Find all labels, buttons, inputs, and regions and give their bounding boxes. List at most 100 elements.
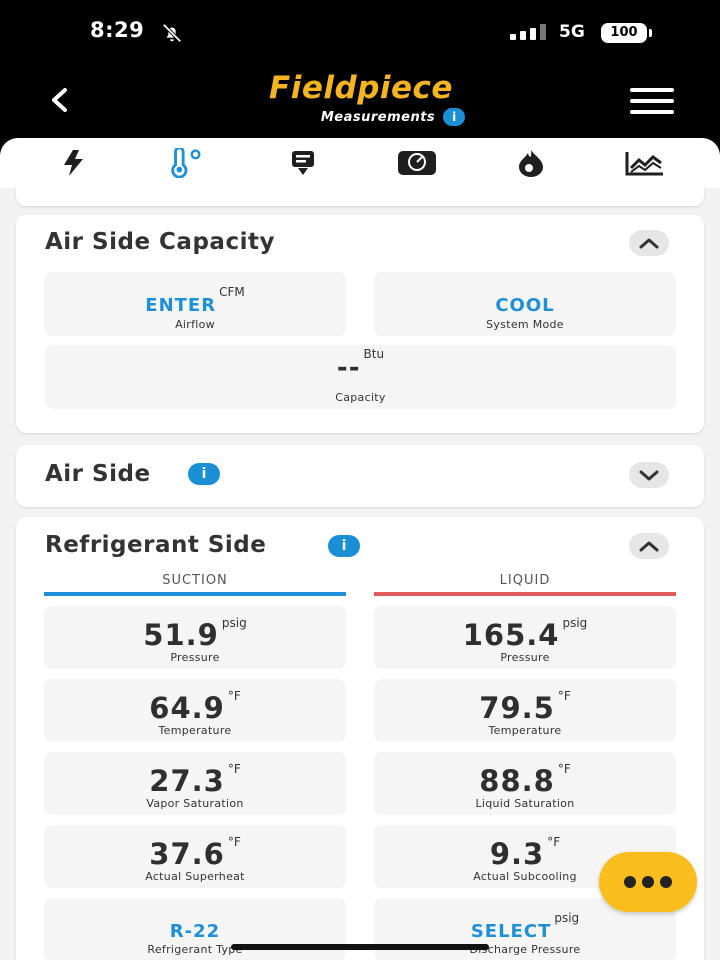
airflow-tile[interactable]: ENTERCFM Airflow bbox=[44, 272, 346, 336]
suction-pressure-tile[interactable]: 51.9 psig Pressure bbox=[44, 606, 346, 669]
capacity-unit: Btu bbox=[363, 347, 385, 361]
more-options-button[interactable] bbox=[599, 852, 697, 912]
actual-subcooling-unit: °F bbox=[547, 835, 561, 849]
actual-subcooling-number: 9.3 bbox=[489, 837, 545, 871]
header-subtitle-row: Measurements i bbox=[0, 108, 720, 126]
liquid-divider bbox=[374, 592, 676, 596]
liquid-saturation-tile: 88.8 °F Liquid Saturation bbox=[374, 752, 676, 815]
airflow-value-text: ENTER bbox=[145, 295, 217, 316]
system-mode-value: COOL bbox=[495, 295, 555, 316]
discharge-pressure-text: SELECT bbox=[470, 921, 552, 942]
menu-bar bbox=[630, 88, 674, 92]
status-time: 8:29 bbox=[90, 18, 145, 42]
status-bar: 8:29 5G 100 bbox=[0, 0, 720, 64]
liquid-temperature-tile[interactable]: 79.5 °F Temperature bbox=[374, 679, 676, 742]
battery-indicator: 100 bbox=[601, 23, 647, 43]
home-indicator[interactable] bbox=[231, 944, 489, 950]
lightning-icon bbox=[64, 150, 83, 176]
capacity-value-text: -- bbox=[336, 353, 361, 383]
actual-superheat-label: Actual Superheat bbox=[145, 870, 245, 883]
capacity-label: Capacity bbox=[335, 391, 386, 404]
discharge-pressure-unit: psig bbox=[554, 911, 580, 925]
liquid-header: LIQUID bbox=[499, 573, 551, 588]
suction-temperature-label: Temperature bbox=[158, 724, 232, 737]
card-title: Air Side bbox=[45, 461, 151, 487]
tab-temperature[interactable] bbox=[166, 146, 206, 180]
refrigerant-type-value: R-22 bbox=[169, 921, 221, 942]
tab-charts[interactable] bbox=[625, 146, 665, 180]
menu-bar bbox=[630, 110, 674, 114]
app-header: Fieldpiece Measurements i bbox=[0, 64, 720, 140]
tab-gauge[interactable] bbox=[397, 146, 437, 180]
battery-tip bbox=[649, 29, 652, 37]
liquid-temperature-number: 79.5 bbox=[479, 691, 555, 725]
tab-bar bbox=[0, 138, 720, 188]
card-title: Refrigerant Side bbox=[45, 532, 267, 558]
suction-pressure-number: 51.9 bbox=[143, 618, 219, 652]
liquid-pressure-value: 165.4 psig bbox=[374, 616, 676, 652]
dot-icon bbox=[660, 876, 672, 888]
tab-electrical[interactable] bbox=[54, 146, 94, 180]
suction-pressure-label: Pressure bbox=[170, 651, 220, 664]
vapor-saturation-value: 27.3 °F bbox=[44, 762, 346, 798]
measurements-sheet: Air Side Capacity ENTERCFM Airflow COOL … bbox=[0, 138, 720, 960]
vapor-saturation-number: 27.3 bbox=[149, 764, 225, 798]
vapor-saturation-label: Vapor Saturation bbox=[146, 797, 244, 810]
airflow-value: ENTERCFM bbox=[44, 285, 346, 316]
expand-button[interactable] bbox=[629, 462, 669, 488]
vapor-saturation-tile: 27.3 °F Vapor Saturation bbox=[44, 752, 346, 815]
liquid-pressure-tile[interactable]: 165.4 psig Pressure bbox=[374, 606, 676, 669]
liquid-pressure-number: 165.4 bbox=[462, 618, 560, 652]
collapse-button[interactable] bbox=[629, 230, 669, 256]
suction-temperature-number: 64.9 bbox=[149, 691, 225, 725]
previous-card-bottom bbox=[16, 184, 704, 206]
download-card-icon bbox=[292, 151, 314, 175]
air-side-card[interactable]: Air Side i bbox=[16, 445, 704, 507]
suction-temperature-value: 64.9 °F bbox=[44, 689, 346, 725]
page-subtitle: Measurements bbox=[320, 109, 436, 125]
airflow-label: Airflow bbox=[175, 318, 215, 331]
suction-temperature-unit: °F bbox=[227, 689, 241, 703]
chevron-up-icon bbox=[639, 238, 659, 249]
card-title: Air Side Capacity bbox=[45, 229, 275, 255]
actual-superheat-unit: °F bbox=[227, 835, 241, 849]
hamburger-menu-button[interactable] bbox=[630, 88, 676, 116]
actual-superheat-tile: 37.6 °F Actual Superheat bbox=[44, 825, 346, 888]
dot-icon bbox=[624, 876, 636, 888]
fieldpiece-logo: Fieldpiece bbox=[269, 70, 453, 106]
capacity-tile: -- Btu Capacity bbox=[45, 345, 676, 409]
liquid-temperature-label: Temperature bbox=[488, 724, 562, 737]
info-icon[interactable]: i bbox=[443, 108, 466, 126]
chart-icon bbox=[625, 152, 663, 176]
info-icon[interactable]: i bbox=[328, 535, 360, 557]
tab-combustion[interactable] bbox=[511, 146, 551, 180]
air-side-capacity-card: Air Side Capacity ENTERCFM Airflow COOL … bbox=[16, 215, 704, 433]
system-mode-label: System Mode bbox=[486, 318, 564, 331]
suction-temperature-tile[interactable]: 64.9 °F Temperature bbox=[44, 679, 346, 742]
capacity-value: -- Btu bbox=[45, 347, 676, 383]
menu-bar bbox=[630, 99, 674, 103]
airflow-unit: CFM bbox=[219, 285, 245, 299]
liquid-saturation-unit: °F bbox=[557, 762, 571, 776]
signal-icon bbox=[510, 24, 546, 40]
liquid-saturation-number: 88.8 bbox=[479, 764, 555, 798]
chevron-down-icon bbox=[639, 470, 659, 481]
suction-header: SUCTION bbox=[162, 573, 228, 588]
gauge-icon bbox=[398, 151, 436, 175]
liquid-pressure-unit: psig bbox=[562, 616, 588, 630]
discharge-pressure-value: SELECTpsig bbox=[374, 911, 676, 942]
suction-pressure-unit: psig bbox=[221, 616, 247, 630]
actual-superheat-value: 37.6 °F bbox=[44, 835, 346, 871]
system-mode-tile[interactable]: COOL System Mode bbox=[374, 272, 676, 336]
flame-icon bbox=[519, 150, 543, 177]
info-icon[interactable]: i bbox=[188, 463, 220, 485]
chevron-up-icon bbox=[639, 541, 659, 552]
tab-download[interactable] bbox=[283, 146, 323, 180]
suction-pressure-value: 51.9 psig bbox=[44, 616, 346, 652]
collapse-button[interactable] bbox=[629, 533, 669, 559]
refrigerant-type-tile[interactable]: R-22 Refrigerant Type bbox=[44, 898, 346, 960]
vapor-saturation-unit: °F bbox=[227, 762, 241, 776]
actual-superheat-number: 37.6 bbox=[149, 837, 225, 871]
bell-muted-icon bbox=[162, 23, 182, 43]
thermometer-icon bbox=[171, 148, 201, 178]
